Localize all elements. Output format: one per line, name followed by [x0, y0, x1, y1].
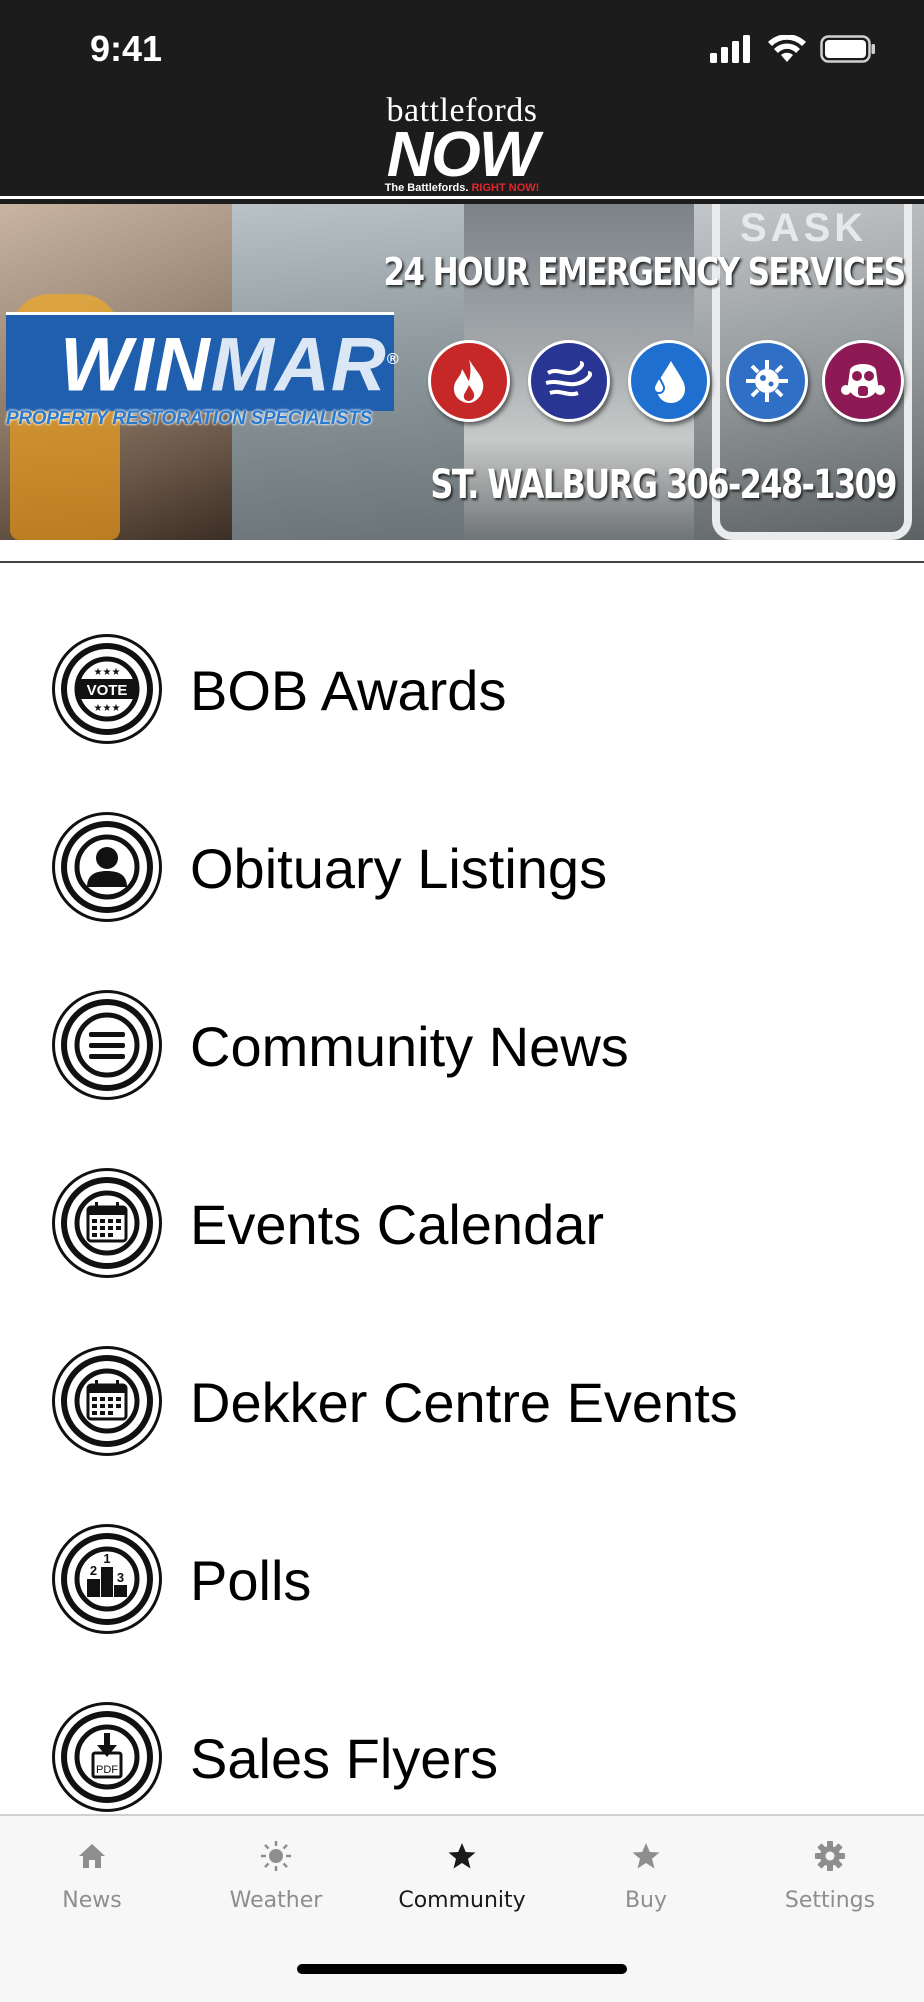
- menu-item-label: Events Calendar: [190, 1193, 605, 1256]
- sun-icon: [184, 1836, 368, 1876]
- banner-ad[interactable]: SASK 24 HOUR EMERGENCY SERVICES WINMAR® …: [0, 204, 924, 540]
- menu-item-label: Dekker Centre Events: [190, 1371, 738, 1434]
- banner-divider: [0, 561, 924, 563]
- signal-icon: [710, 35, 750, 63]
- podium-first: 1: [103, 1551, 110, 1566]
- podium-second: 2: [90, 1563, 97, 1578]
- vote-icon-text: VOTE: [87, 682, 128, 699]
- menu-item-obituary-listings[interactable]: Obituary Listings: [0, 778, 924, 956]
- pdf-icon-text: PDF: [96, 1764, 118, 1776]
- brand-subtitle: PROPERTY RESTORATION SPECIALISTS: [6, 408, 372, 429]
- star-icon: [554, 1836, 738, 1876]
- star-icon: [370, 1836, 554, 1876]
- tab-news[interactable]: News: [0, 1836, 184, 1913]
- menu-item-dekker-centre-events[interactable]: Dekker Centre Events: [0, 1312, 924, 1490]
- pdf-download-icon: PDF: [52, 1702, 162, 1812]
- mold-icon: [726, 340, 808, 422]
- logo-tagline: The Battlefords. RIGHT NOW!: [0, 182, 924, 194]
- menu-lines-icon: [52, 990, 162, 1100]
- menu-item-polls[interactable]: 2 1 3 Polls: [0, 1490, 924, 1668]
- tab-label: Community: [398, 1888, 526, 1913]
- logo-tagline-red: RIGHT NOW!: [471, 182, 540, 194]
- menu-item-events-calendar[interactable]: Events Calendar: [0, 1134, 924, 1312]
- svg-text:★★★: ★★★: [94, 703, 121, 714]
- menu-item-label: BOB Awards: [190, 659, 507, 722]
- app-header: 9:41 battlefords NOW The Battlefords. RI…: [0, 0, 924, 196]
- calendar-icon: [52, 1168, 162, 1278]
- brand-win: WIN: [60, 322, 211, 408]
- tab-label: Buy: [624, 1888, 668, 1913]
- wifi-icon: [768, 35, 806, 62]
- battery-icon: [820, 35, 875, 63]
- svg-text:★★★: ★★★: [94, 667, 121, 678]
- gear-icon: [738, 1836, 922, 1876]
- podium-icon: 2 1 3: [52, 1524, 162, 1634]
- home-indicator[interactable]: [297, 1964, 627, 1974]
- app-logo[interactable]: battlefords NOW The Battlefords. RIGHT N…: [0, 94, 924, 195]
- tab-weather[interactable]: Weather: [184, 1836, 368, 1913]
- podium-third: 3: [117, 1570, 124, 1585]
- person-icon: [52, 812, 162, 922]
- menu-item-label: Community News: [190, 1015, 629, 1078]
- banner-phone: ST. WALBURG 306-248-1309: [430, 462, 897, 508]
- water-drop-icon: [628, 340, 710, 422]
- home-icon: [0, 1836, 184, 1876]
- brand-logo: WINMAR®: [60, 312, 400, 413]
- brand-registered: ®: [386, 351, 400, 368]
- tab-label: News: [62, 1888, 122, 1913]
- brand-mar: MAR: [210, 322, 387, 408]
- menu-item-label: Obituary Listings: [190, 837, 608, 900]
- calendar-icon: [52, 1346, 162, 1456]
- wind-icon: [528, 340, 610, 422]
- fire-icon: [428, 340, 510, 422]
- tab-label: Weather: [229, 1888, 323, 1913]
- logo-tagline-text: The Battlefords.: [384, 182, 469, 194]
- tab-community[interactable]: Community: [370, 1836, 554, 1913]
- gas-mask-icon: [822, 340, 904, 422]
- status-time: 9:41: [90, 28, 163, 69]
- sign-text: SASK: [740, 206, 868, 250]
- logo-main-text: NOW: [386, 118, 539, 190]
- tab-settings[interactable]: Settings: [738, 1836, 922, 1913]
- banner-headline: 24 HOUR EMERGENCY SERVICES: [382, 250, 906, 294]
- menu-item-bob-awards[interactable]: ★★★ VOTE ★★★ BOB Awards: [0, 600, 924, 778]
- vote-icon: ★★★ VOTE ★★★: [52, 634, 162, 744]
- tab-label: Settings: [784, 1888, 876, 1913]
- menu-item-community-news[interactable]: Community News: [0, 956, 924, 1134]
- menu-item-label: Polls: [190, 1549, 312, 1612]
- menu-item-label: Sales Flyers: [190, 1727, 499, 1790]
- tab-buy[interactable]: Buy: [554, 1836, 738, 1913]
- status-icons: [710, 34, 876, 64]
